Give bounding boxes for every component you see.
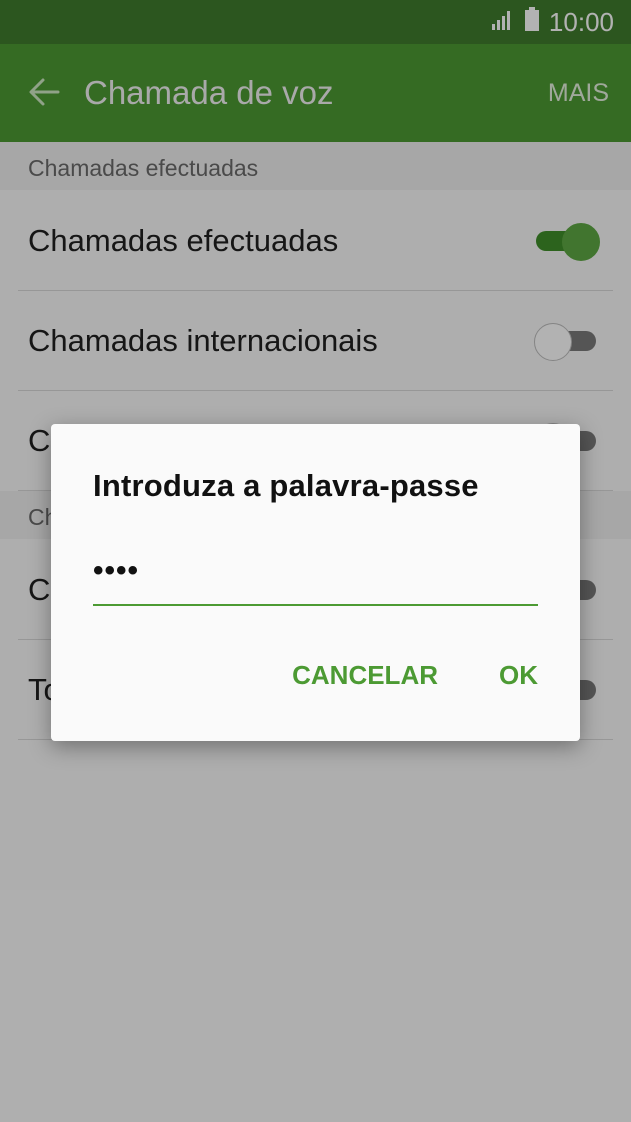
password-dialog: Introduza a palavra-passe •••• CANCELAR … xyxy=(51,424,580,741)
ok-button[interactable]: OK xyxy=(499,660,538,691)
password-input[interactable]: •••• xyxy=(93,552,538,606)
dialog-title: Introduza a palavra-passe xyxy=(93,468,479,503)
password-value: •••• xyxy=(93,554,140,587)
cancel-button[interactable]: CANCELAR xyxy=(292,660,438,691)
